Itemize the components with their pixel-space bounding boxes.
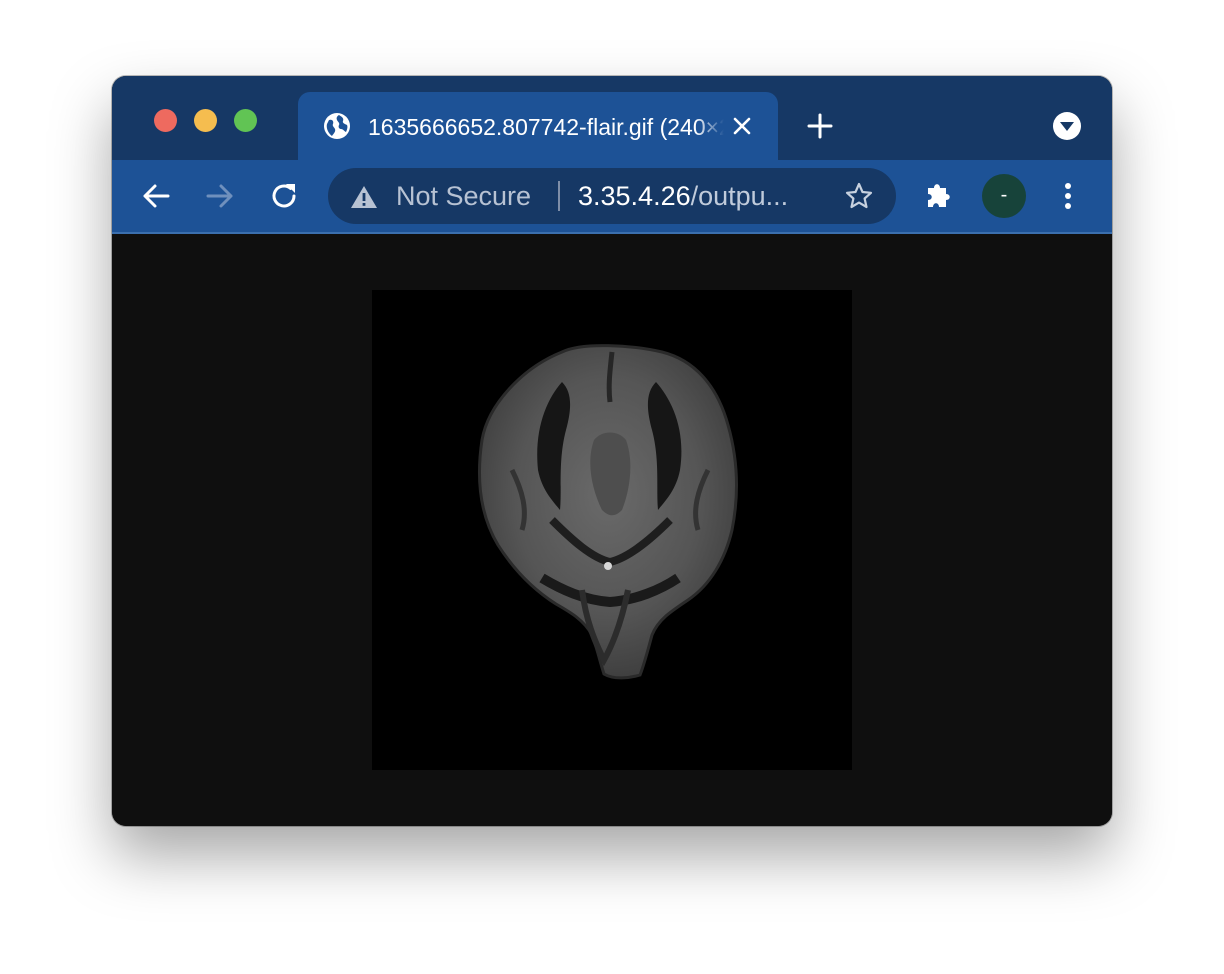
- bookmark-star-icon[interactable]: [844, 181, 874, 211]
- browser-window: 1635666652.807742-flair.gif (240×240): [112, 76, 1112, 826]
- tab-search-chevron-icon[interactable]: [1052, 111, 1082, 141]
- security-status-label[interactable]: Not Secure: [396, 181, 531, 211]
- browser-toolbar: Not Secure 3.35.4.26/outpu... -: [112, 160, 1112, 234]
- extensions-puzzle-icon[interactable]: [922, 178, 956, 212]
- url-text[interactable]: 3.35.4.26/outpu...: [578, 181, 830, 211]
- address-bar[interactable]: Not Secure 3.35.4.26/outpu...: [328, 168, 896, 224]
- kebab-menu-icon[interactable]: [1054, 180, 1082, 212]
- title-bar: 1635666652.807742-flair.gif (240×240): [112, 76, 1112, 160]
- globe-icon: [322, 111, 352, 141]
- window-maximize-button[interactable]: [234, 109, 257, 132]
- new-tab-plus-icon[interactable]: [806, 112, 834, 140]
- tab-title: 1635666652.807742-flair.gif (240×240): [368, 114, 724, 140]
- profile-avatar[interactable]: -: [982, 174, 1026, 218]
- url-path: /outpu...: [690, 181, 789, 211]
- active-tab[interactable]: 1635666652.807742-flair.gif (240×240): [298, 92, 778, 160]
- url-host: 3.35.4.26: [578, 181, 691, 211]
- reload-icon[interactable]: [268, 180, 300, 212]
- forward-arrow-icon[interactable]: [204, 180, 236, 212]
- mri-image[interactable]: [372, 290, 852, 770]
- page-content: [112, 234, 1112, 826]
- tab-close-icon[interactable]: [730, 114, 754, 138]
- warning-triangle-icon[interactable]: [350, 184, 378, 210]
- omnibox-divider: [558, 181, 560, 211]
- back-arrow-icon[interactable]: [140, 180, 172, 212]
- window-minimize-button[interactable]: [194, 109, 217, 132]
- window-close-button[interactable]: [154, 109, 177, 132]
